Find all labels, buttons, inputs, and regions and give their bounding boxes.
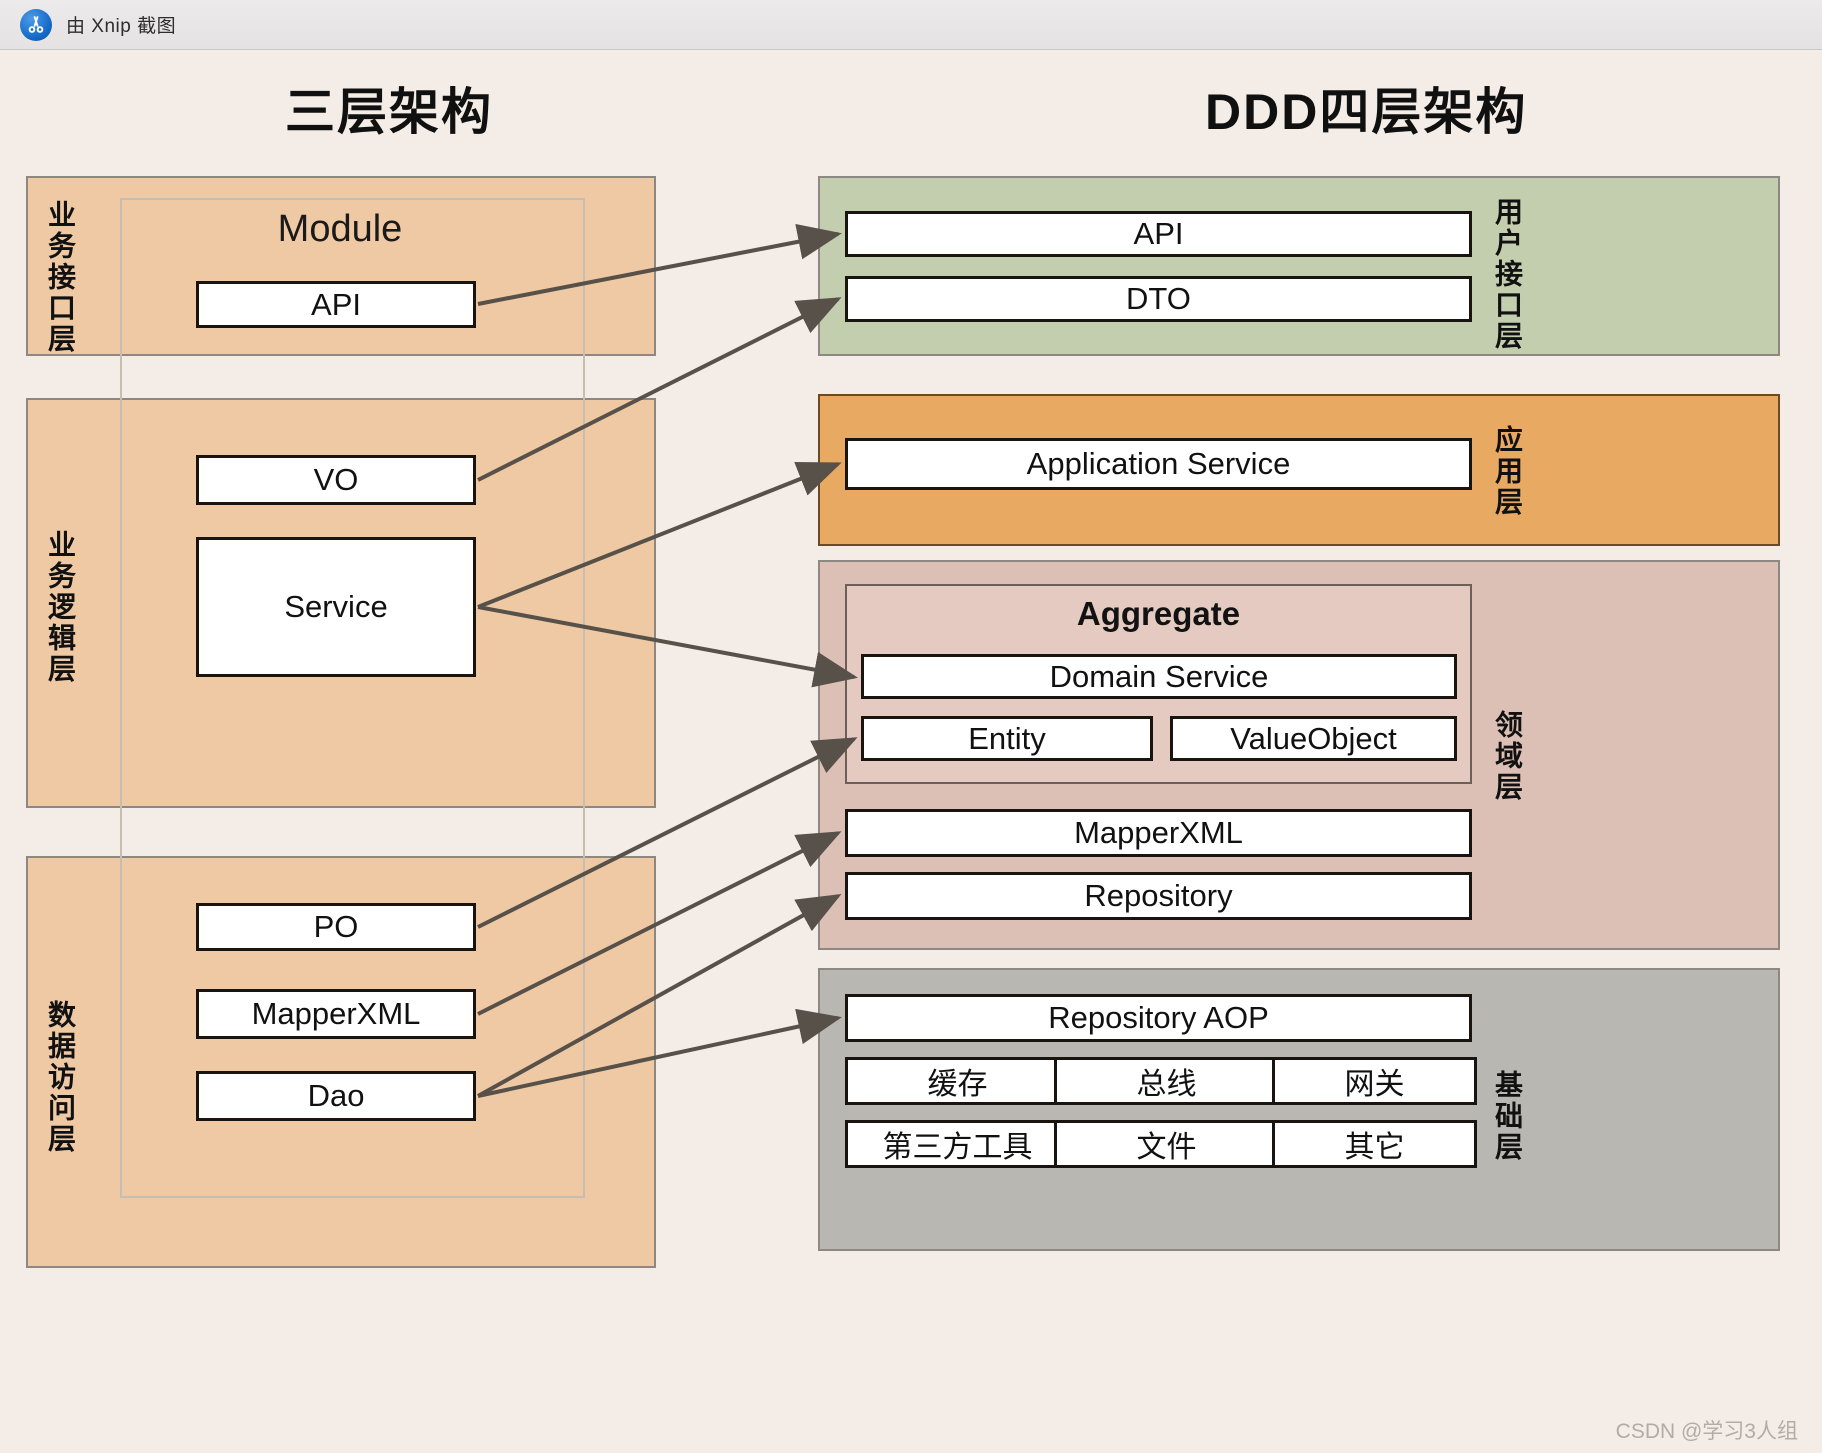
right-aggregate-label: Aggregate xyxy=(1076,595,1241,632)
screenshot-root: 由 Xnip 截图 三层架构 DDD四层架构 Module API VO Ser… xyxy=(0,0,1822,1453)
left-layer-label-business-logic: 业务逻辑层 xyxy=(45,530,76,685)
right-box-mapperxml[interactable]: MapperXML xyxy=(845,809,1472,857)
left-layer-label-data-access: 数据访问层 xyxy=(45,1000,76,1155)
left-module-label: Module xyxy=(277,208,403,250)
left-box-service[interactable]: Service xyxy=(196,537,476,677)
right-box-repository[interactable]: Repository xyxy=(845,872,1472,920)
right-box-domain-service[interactable]: Domain Service xyxy=(861,654,1457,699)
right-box-repository-aop[interactable]: Repository AOP xyxy=(845,994,1472,1042)
right-box-entity[interactable]: Entity xyxy=(861,716,1153,761)
right-layer-label-application: 应用层 xyxy=(1492,425,1523,518)
left-box-po[interactable]: PO xyxy=(196,903,476,951)
right-layer-label-infrastructure: 基础层 xyxy=(1492,1070,1523,1163)
left-module-container xyxy=(120,198,585,1198)
csdn-watermark: CSDN @学习3人组 xyxy=(1615,1420,1798,1443)
right-architecture-heading: DDD四层架构 xyxy=(1205,84,1528,140)
right-box-other[interactable]: 其它 xyxy=(1272,1120,1477,1168)
right-box-api[interactable]: API xyxy=(845,211,1472,257)
right-box-gateway[interactable]: 网关 xyxy=(1272,1057,1477,1105)
right-box-application-service[interactable]: Application Service xyxy=(845,438,1472,490)
right-box-third-party-tools[interactable]: 第三方工具 xyxy=(845,1120,1070,1168)
right-layer-label-user-interface: 用户接口层 xyxy=(1492,197,1523,352)
right-box-dto[interactable]: DTO xyxy=(845,276,1472,322)
right-box-bus[interactable]: 总线 xyxy=(1054,1057,1279,1105)
right-layer-user-interface xyxy=(818,176,1780,356)
left-box-api[interactable]: API xyxy=(196,281,476,328)
right-box-file[interactable]: 文件 xyxy=(1054,1120,1279,1168)
window-title-bar: 由 Xnip 截图 xyxy=(0,0,1822,50)
left-box-dao[interactable]: Dao xyxy=(196,1071,476,1121)
left-layer-label-business-interface: 业务接口层 xyxy=(45,200,76,355)
right-layer-label-domain: 领域层 xyxy=(1492,710,1523,803)
window-title-label: 由 Xnip 截图 xyxy=(66,16,177,37)
left-architecture-heading: 三层架构 xyxy=(285,84,493,140)
left-box-mapperxml[interactable]: MapperXML xyxy=(196,989,476,1039)
xnip-scissors-icon xyxy=(20,8,52,41)
diagram-canvas: 三层架构 DDD四层架构 Module API VO Service PO Ma… xyxy=(0,50,1822,1453)
left-box-vo[interactable]: VO xyxy=(196,455,476,505)
right-box-valueobject[interactable]: ValueObject xyxy=(1170,716,1457,761)
right-box-cache[interactable]: 缓存 xyxy=(845,1057,1070,1105)
